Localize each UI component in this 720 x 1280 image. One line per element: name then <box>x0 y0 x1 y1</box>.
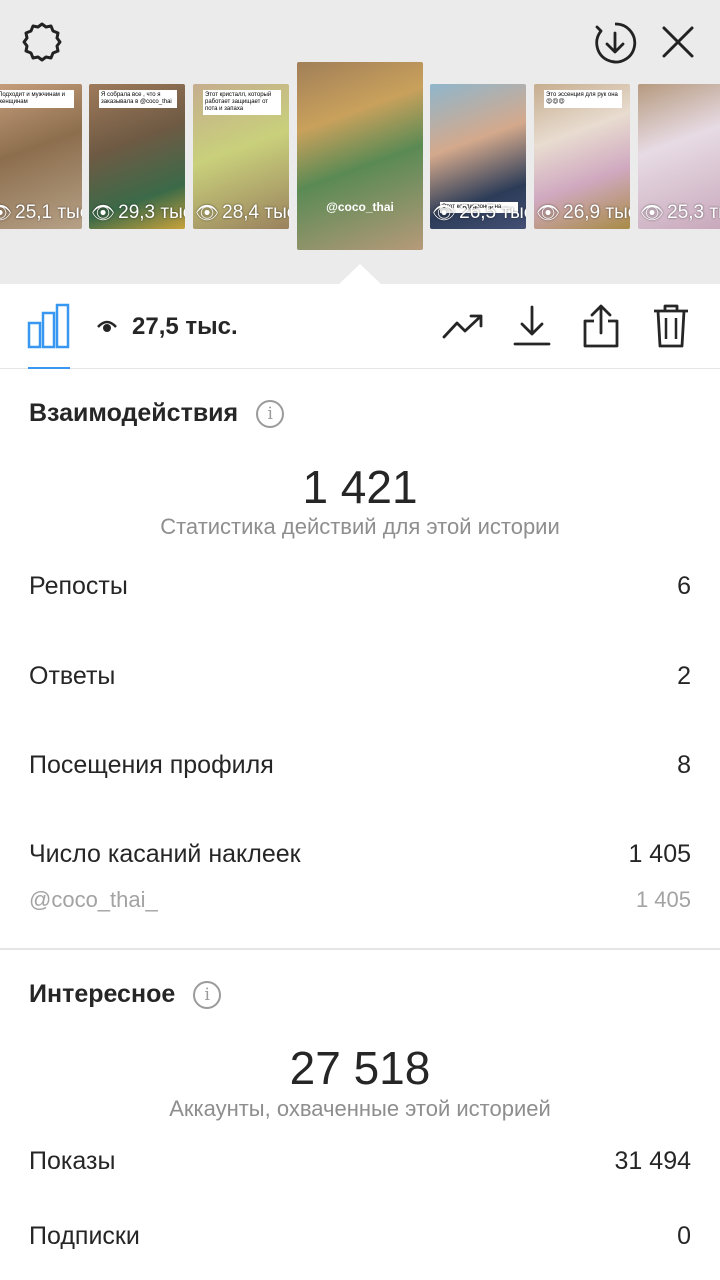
section-title-text: Интересное <box>29 980 176 1008</box>
story-thumbnail[interactable]: Этот кристалл, который работает защищает… <box>193 84 289 229</box>
stat-label: Посещения профиля <box>29 751 274 779</box>
download-icon[interactable] <box>509 303 555 349</box>
story-caption: Этот кристалл, который работает защищает… <box>203 90 281 115</box>
discovery-caption: Аккаунты, охваченные этой историей <box>169 1096 551 1121</box>
story-thumbnail[interactable]: Этот кондиционер на 👁26,5 тыс. <box>430 84 526 229</box>
story-handle: @coco_thai <box>326 200 394 214</box>
stat-value: 31 494 <box>614 1147 691 1175</box>
section-title-text: Взаимодействия <box>29 399 239 427</box>
section-divider <box>0 948 720 950</box>
eye-icon: 👁 <box>640 203 665 224</box>
discovery-section-title: Интересное i <box>29 980 222 1009</box>
stat-value: 6 <box>677 572 691 600</box>
story-thumbnail-strip: Подходит и мужчинам и женщинам 👁25,1 тыс… <box>0 0 720 284</box>
stat-value: 1 405 <box>635 887 691 912</box>
stat-label: Число касаний наклеек <box>29 840 301 868</box>
story-thumbnail[interactable]: Подходит и мужчинам и женщинам 👁25,1 тыс… <box>0 84 82 229</box>
stat-row-impressions: Показы 31 494 <box>29 1147 691 1176</box>
stat-label: Репосты <box>29 572 128 600</box>
eye-icon: 👁 <box>91 203 116 224</box>
story-thumbnail[interactable]: Это эссенция для рук она 😍😍😍 👁26,9 тыс. <box>534 84 630 229</box>
interactions-caption: Статистика действий для этой истории <box>160 514 560 539</box>
story-caption: Подходит и мужчинам и женщинам <box>0 90 74 108</box>
trending-up-icon[interactable] <box>440 303 486 349</box>
story-views: 👁26,9 тыс. <box>536 202 630 224</box>
story-caption: Это эссенция для рук она 😍😍😍 <box>544 90 622 108</box>
story-carousel-area: Подходит и мужчинам и женщинам 👁25,1 тыс… <box>0 0 720 285</box>
info-icon[interactable]: i <box>256 399 285 428</box>
stat-row-replies: Ответы 2 <box>29 662 691 691</box>
story-thumbnail[interactable]: 👁25,3 тыс. <box>638 84 720 229</box>
story-views: 👁25,3 тыс. <box>640 202 720 224</box>
stat-label: @coco_thai_ <box>29 887 158 912</box>
trash-icon[interactable] <box>648 303 694 349</box>
story-caption: Я собрала все , что я заказывала в @coco… <box>99 90 177 108</box>
stat-row-sticker-taps: Число касаний наклеек 1 405 <box>29 840 691 869</box>
eye-icon: 👁 <box>536 203 561 224</box>
stat-row-follows: Подписки 0 <box>29 1222 691 1251</box>
story-views: 👁28,4 тыс. <box>195 202 289 224</box>
share-icon[interactable] <box>578 303 624 349</box>
eye-icon: 👁 <box>432 203 457 224</box>
story-thumbnail[interactable]: Я собрала все , что я заказывала в @coco… <box>89 84 185 229</box>
stat-label: Ответы <box>29 662 116 690</box>
stat-label: Подписки <box>29 1222 140 1250</box>
views-count: 27,5 тыс. <box>132 313 238 340</box>
tab-insights[interactable] <box>26 301 72 369</box>
stat-value: 8 <box>677 751 691 779</box>
story-thumbnail-selected[interactable]: @coco_thai <box>297 62 423 250</box>
stat-value: 1 405 <box>628 840 691 868</box>
story-views: 👁29,3 тыс. <box>91 202 185 224</box>
eye-icon: 👁 <box>0 203 13 224</box>
stat-row-profile-visits: Посещения профиля 8 <box>29 751 691 780</box>
stat-row-reposts: Репосты 6 <box>29 572 691 601</box>
interactions-total: 1 421 <box>302 461 418 513</box>
story-views: 👁26,5 тыс. <box>432 202 526 224</box>
eye-icon: 👁 <box>195 203 220 224</box>
eye-icon <box>97 320 117 332</box>
selection-pointer <box>338 264 382 285</box>
discovery-total: 27 518 <box>289 1042 431 1094</box>
views-summary: 27,5 тыс. <box>96 313 238 341</box>
stat-label: Показы <box>29 1147 116 1175</box>
info-icon[interactable]: i <box>193 980 222 1009</box>
story-views: 👁25,1 тыс. <box>0 201 82 225</box>
interactions-section-title: Взаимодействия i <box>29 399 285 428</box>
stat-row-sticker-mention: @coco_thai_ 1 405 <box>29 887 691 913</box>
stats-header: 27,5 тыс. <box>0 285 720 369</box>
stat-value: 0 <box>677 1222 691 1250</box>
bar-chart-icon <box>27 303 70 349</box>
stat-value: 2 <box>677 662 691 690</box>
active-tab-underline <box>28 367 70 369</box>
